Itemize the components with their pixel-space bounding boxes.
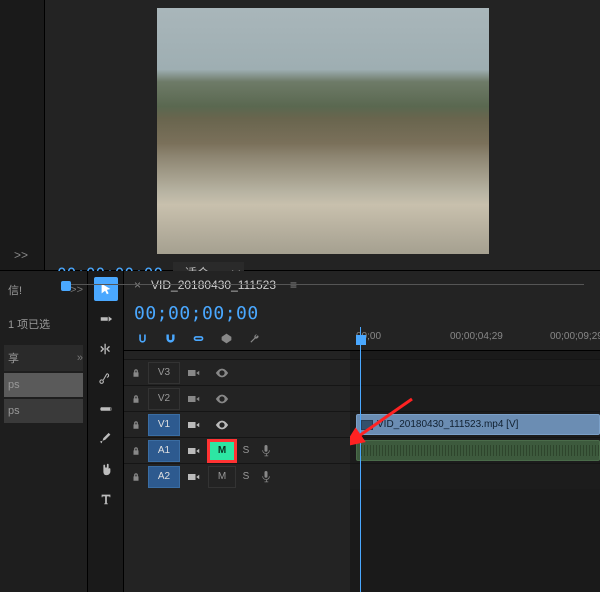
source-patch-icon[interactable]	[180, 414, 208, 436]
ripple-edit-tool-icon[interactable]	[94, 337, 118, 361]
track-headers: V3 V2 V1 A1	[124, 327, 350, 592]
hand-tool-icon[interactable]	[94, 457, 118, 481]
program-ruler[interactable]	[61, 284, 584, 294]
chevron-icon[interactable]: »	[77, 352, 83, 364]
track-header-v1: V1	[124, 411, 350, 437]
source-patch-icon[interactable]	[180, 388, 208, 410]
tracks-area[interactable]: 00;00 00;00;04;29 00;00;09;29 VID_201804…	[350, 327, 600, 592]
clip-label: VID_20180430_111523.mp4 [V]	[377, 419, 518, 430]
lane-v1[interactable]: VID_20180430_111523.mp4 [V]	[350, 411, 600, 437]
clip-thumbnail-icon	[361, 420, 373, 430]
tools-panel	[88, 271, 124, 592]
track-toggle-v1[interactable]: V1	[148, 414, 180, 436]
track-header-v2: V2	[124, 385, 350, 411]
selection-count: 1 项已选	[4, 311, 83, 337]
waveform	[361, 445, 599, 456]
lock-icon[interactable]	[124, 466, 148, 488]
toggle-output-icon[interactable]	[208, 362, 236, 384]
toggle-output-icon[interactable]	[208, 388, 236, 410]
wrench-icon[interactable]	[246, 331, 262, 347]
pen-tool-icon[interactable]	[94, 427, 118, 451]
ruler-mark: 00;00;09;29	[550, 331, 600, 342]
source-patch-icon[interactable]	[180, 466, 208, 488]
project-item[interactable]: ps	[4, 373, 83, 397]
audio-clip[interactable]	[356, 440, 600, 461]
track-select-tool-icon[interactable]	[94, 307, 118, 331]
lane-a1[interactable]	[350, 437, 600, 463]
track-toggle-a2[interactable]: A2	[148, 466, 180, 488]
voice-over-icon[interactable]	[256, 466, 276, 488]
magnet-icon[interactable]	[162, 331, 178, 347]
lane-a2[interactable]	[350, 463, 600, 489]
linked-selection-icon[interactable]	[190, 331, 206, 347]
lane-v3[interactable]	[350, 359, 600, 385]
ruler-mark: 00;00;04;29	[450, 331, 503, 342]
solo-button-a2[interactable]: S	[236, 466, 256, 488]
video-clip[interactable]: VID_20180430_111523.mp4 [V]	[356, 414, 600, 435]
timeline-panel: × VID_20180430_111523 ≡ 00;00;00;00 V3	[124, 271, 600, 592]
lane-v2[interactable]	[350, 385, 600, 411]
source-patch-icon[interactable]	[180, 362, 208, 384]
track-header-a2: A2 M S	[124, 463, 350, 489]
toggle-output-icon[interactable]	[208, 414, 236, 436]
mute-button-a2[interactable]: M	[208, 466, 236, 488]
project-panel: 信!>> 1 项已选 享» ps ps	[0, 271, 88, 592]
project-item[interactable]: ps	[4, 399, 83, 423]
program-playhead[interactable]	[61, 281, 71, 291]
share-label: 享	[8, 350, 19, 366]
lock-icon[interactable]	[124, 388, 148, 410]
track-header-a1: A1 M S	[124, 437, 350, 463]
timeline-ruler[interactable]: 00;00 00;00;04;29 00;00;09;29	[350, 327, 600, 351]
voice-over-icon[interactable]	[256, 440, 276, 462]
timeline-playhead-icon[interactable]	[356, 335, 366, 345]
snap-icon[interactable]	[134, 331, 150, 347]
lock-icon[interactable]	[124, 414, 148, 436]
track-toggle-v3[interactable]: V3	[148, 362, 180, 384]
track-toggle-v2[interactable]: V2	[148, 388, 180, 410]
playhead-line[interactable]	[360, 327, 361, 592]
timeline-timecode[interactable]: 00;00;00;00	[134, 303, 259, 324]
program-monitor	[45, 0, 600, 262]
source-patch-icon[interactable]	[180, 440, 208, 462]
panel-title: 信!	[8, 282, 22, 298]
slip-tool-icon[interactable]	[94, 397, 118, 421]
preview-frame	[157, 8, 489, 254]
type-tool-icon[interactable]	[94, 487, 118, 511]
track-toggle-a1[interactable]: A1	[148, 440, 180, 462]
lock-icon[interactable]	[124, 362, 148, 384]
track-header-v3: V3	[124, 359, 350, 385]
mute-button-a1[interactable]: M	[208, 440, 236, 462]
marker-settings-icon[interactable]	[218, 331, 234, 347]
solo-button-a1[interactable]: S	[236, 440, 256, 462]
lock-icon[interactable]	[124, 440, 148, 462]
expand-panel-icon[interactable]: >>	[14, 248, 28, 262]
razor-tool-icon[interactable]	[94, 367, 118, 391]
